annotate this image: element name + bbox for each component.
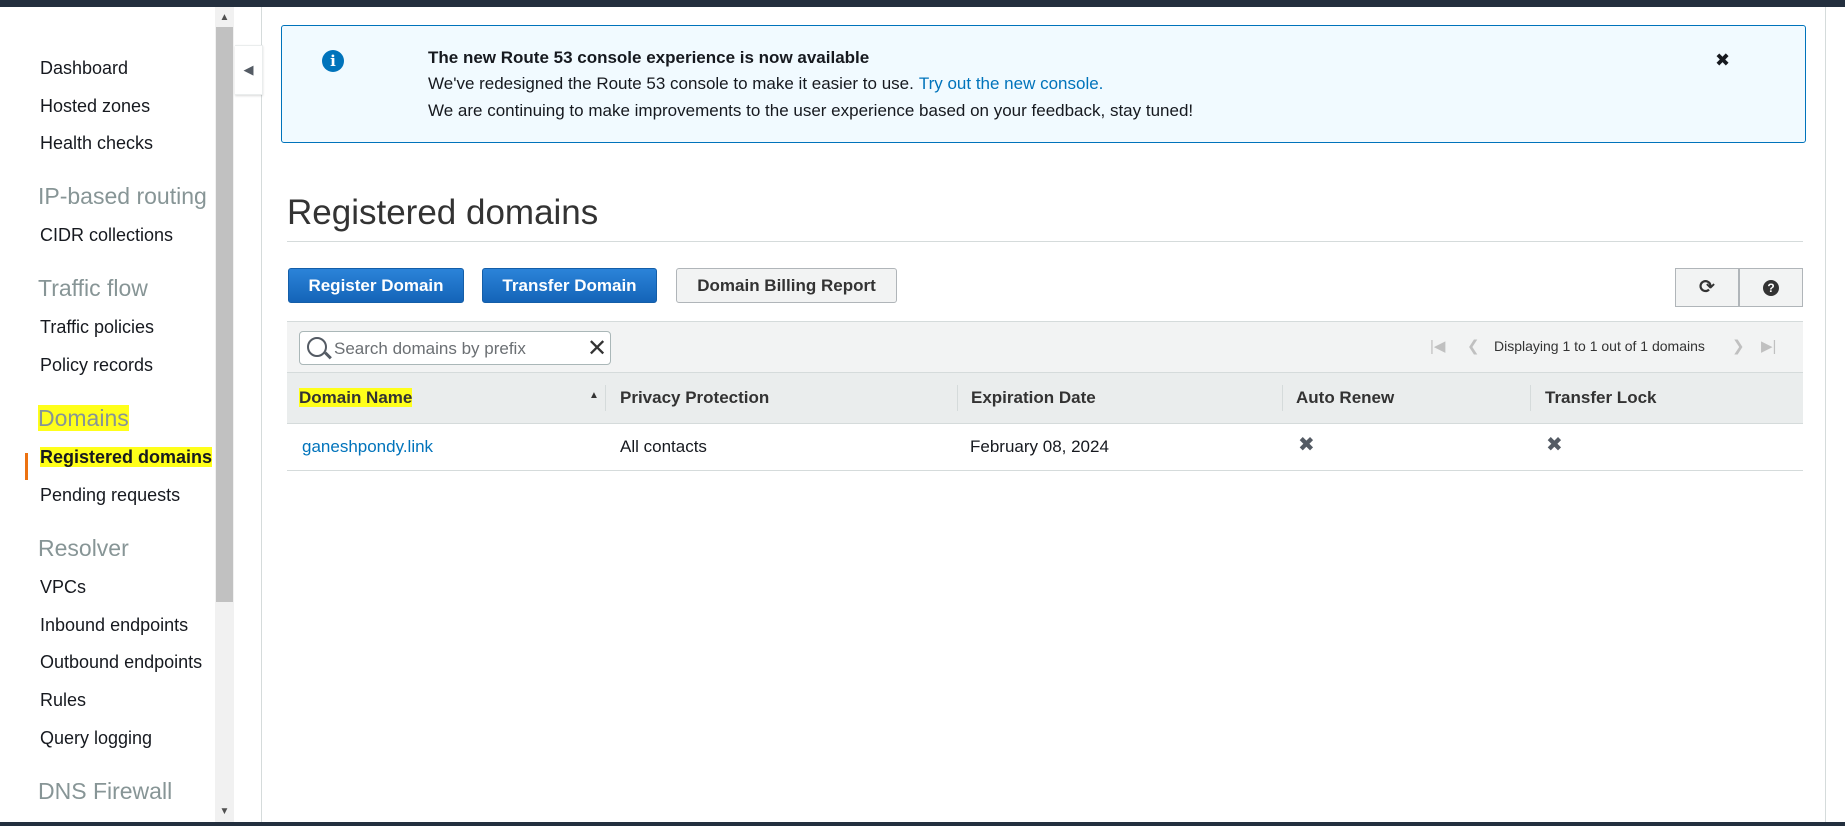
column-auto-renew[interactable]: Auto Renew xyxy=(1296,388,1394,408)
help-button[interactable]: ? xyxy=(1739,268,1803,307)
sidebar-item-health-checks[interactable]: Health checks xyxy=(40,133,153,154)
column-domain-name[interactable]: Domain Name xyxy=(299,388,413,408)
column-expiration-date[interactable]: Expiration Date xyxy=(971,388,1096,408)
scroll-down-icon[interactable]: ▼ xyxy=(215,803,234,821)
table-filter-bar: ✕ |◀ ❮ Displaying 1 to 1 out of 1 domain… xyxy=(287,321,1803,373)
active-indicator xyxy=(25,453,28,480)
sidebar-item-dashboard[interactable]: Dashboard xyxy=(40,58,128,79)
column-separator xyxy=(957,385,958,411)
auto-renew-disabled-icon: ✖ xyxy=(1298,434,1315,456)
sidebar-item-rules[interactable]: Rules xyxy=(40,690,86,711)
title-divider xyxy=(287,241,1803,242)
sidebar-scrollbar-thumb[interactable] xyxy=(216,27,233,602)
sort-ascending-icon[interactable]: ▲ xyxy=(589,390,599,401)
sidebar-item-cidr-collections[interactable]: CIDR collections xyxy=(40,225,173,246)
search-input[interactable] xyxy=(332,336,576,362)
banner-message: We've redesigned the Route 53 console to… xyxy=(428,74,1103,94)
domain-billing-report-button[interactable]: Domain Billing Report xyxy=(676,268,897,303)
search-box[interactable]: ✕ xyxy=(299,331,611,365)
column-domain-name-label: Domain Name xyxy=(299,388,413,407)
column-transfer-lock[interactable]: Transfer Lock xyxy=(1545,388,1657,408)
column-privacy-protection[interactable]: Privacy Protection xyxy=(620,388,769,408)
try-new-console-link[interactable]: Try out the new console. xyxy=(919,74,1104,93)
transfer-lock-disabled-icon: ✖ xyxy=(1546,434,1563,456)
sidebar: Dashboard Hosted zones Health checks IP-… xyxy=(0,7,215,822)
new-console-banner: i The new Route 53 console experience is… xyxy=(281,25,1806,143)
last-page-icon[interactable]: ▶| xyxy=(1761,337,1776,355)
column-separator xyxy=(1282,385,1283,411)
privacy-protection-cell: All contacts xyxy=(620,437,707,456)
sidebar-item-outbound-endpoints[interactable]: Outbound endpoints xyxy=(40,652,202,673)
register-domain-button[interactable]: Register Domain xyxy=(288,268,464,303)
refresh-icon: ⟳ xyxy=(1699,277,1715,298)
first-page-icon[interactable]: |◀ xyxy=(1430,337,1445,355)
clear-search-icon[interactable]: ✕ xyxy=(587,334,607,363)
sidebar-item-inbound-endpoints[interactable]: Inbound endpoints xyxy=(40,615,188,636)
sidebar-section-traffic-flow: Traffic flow xyxy=(38,275,148,301)
bottom-bar xyxy=(0,822,1845,826)
table-header: Domain Name ▲ Privacy Protection Expirat… xyxy=(287,372,1803,424)
sidebar-item-traffic-policies[interactable]: Traffic policies xyxy=(40,317,154,338)
chevron-left-icon: ◀ xyxy=(243,62,254,77)
transfer-domain-button[interactable]: Transfer Domain xyxy=(482,268,657,303)
sidebar-section-resolver: Resolver xyxy=(38,535,129,561)
banner-message-text: We've redesigned the Route 53 console to… xyxy=(428,74,914,93)
content-right-border xyxy=(1825,7,1826,822)
sidebar-item-registered-domains[interactable]: Registered domains xyxy=(40,447,213,468)
column-separator xyxy=(1530,385,1531,411)
info-icon: i xyxy=(322,50,344,72)
sidebar-section-ip-based-routing: IP-based routing xyxy=(38,183,207,209)
refresh-button[interactable]: ⟳ xyxy=(1675,268,1739,307)
column-separator xyxy=(605,385,606,411)
sidebar-item-pending-requests[interactable]: Pending requests xyxy=(40,485,180,506)
scroll-up-icon[interactable]: ▲ xyxy=(215,9,234,27)
sidebar-section-domains-label: Domains xyxy=(38,405,129,431)
table-row[interactable]: ganeshpondy.link All contacts February 0… xyxy=(287,424,1803,471)
sidebar-item-vpcs[interactable]: VPCs xyxy=(40,577,86,598)
previous-page-icon[interactable]: ❮ xyxy=(1467,337,1480,355)
sidebar-section-dns-firewall: DNS Firewall xyxy=(38,778,173,804)
banner-title: The new Route 53 console experience is n… xyxy=(428,48,870,67)
next-page-icon[interactable]: ❯ xyxy=(1732,337,1745,355)
collapse-sidebar-button[interactable]: ◀ xyxy=(235,45,263,95)
sidebar-section-domains: Domains xyxy=(38,405,129,432)
domain-name-link[interactable]: ganeshpondy.link xyxy=(302,437,433,457)
sidebar-divider xyxy=(261,7,262,822)
sidebar-item-hosted-zones[interactable]: Hosted zones xyxy=(40,96,150,117)
close-icon[interactable]: ✖ xyxy=(1715,50,1730,71)
sidebar-item-query-logging[interactable]: Query logging xyxy=(40,728,152,749)
expiration-date-cell: February 08, 2024 xyxy=(970,437,1109,456)
pagination-text: Displaying 1 to 1 out of 1 domains xyxy=(1494,338,1705,354)
sidebar-item-policy-records[interactable]: Policy records xyxy=(40,355,153,376)
top-bar xyxy=(0,0,1845,7)
sidebar-item-registered-domains-label: Registered domains xyxy=(40,447,213,467)
help-icon: ? xyxy=(1763,279,1779,296)
page-title: Registered domains xyxy=(287,193,599,232)
search-icon xyxy=(307,337,327,357)
banner-message-2: We are continuing to make improvements t… xyxy=(428,101,1194,120)
